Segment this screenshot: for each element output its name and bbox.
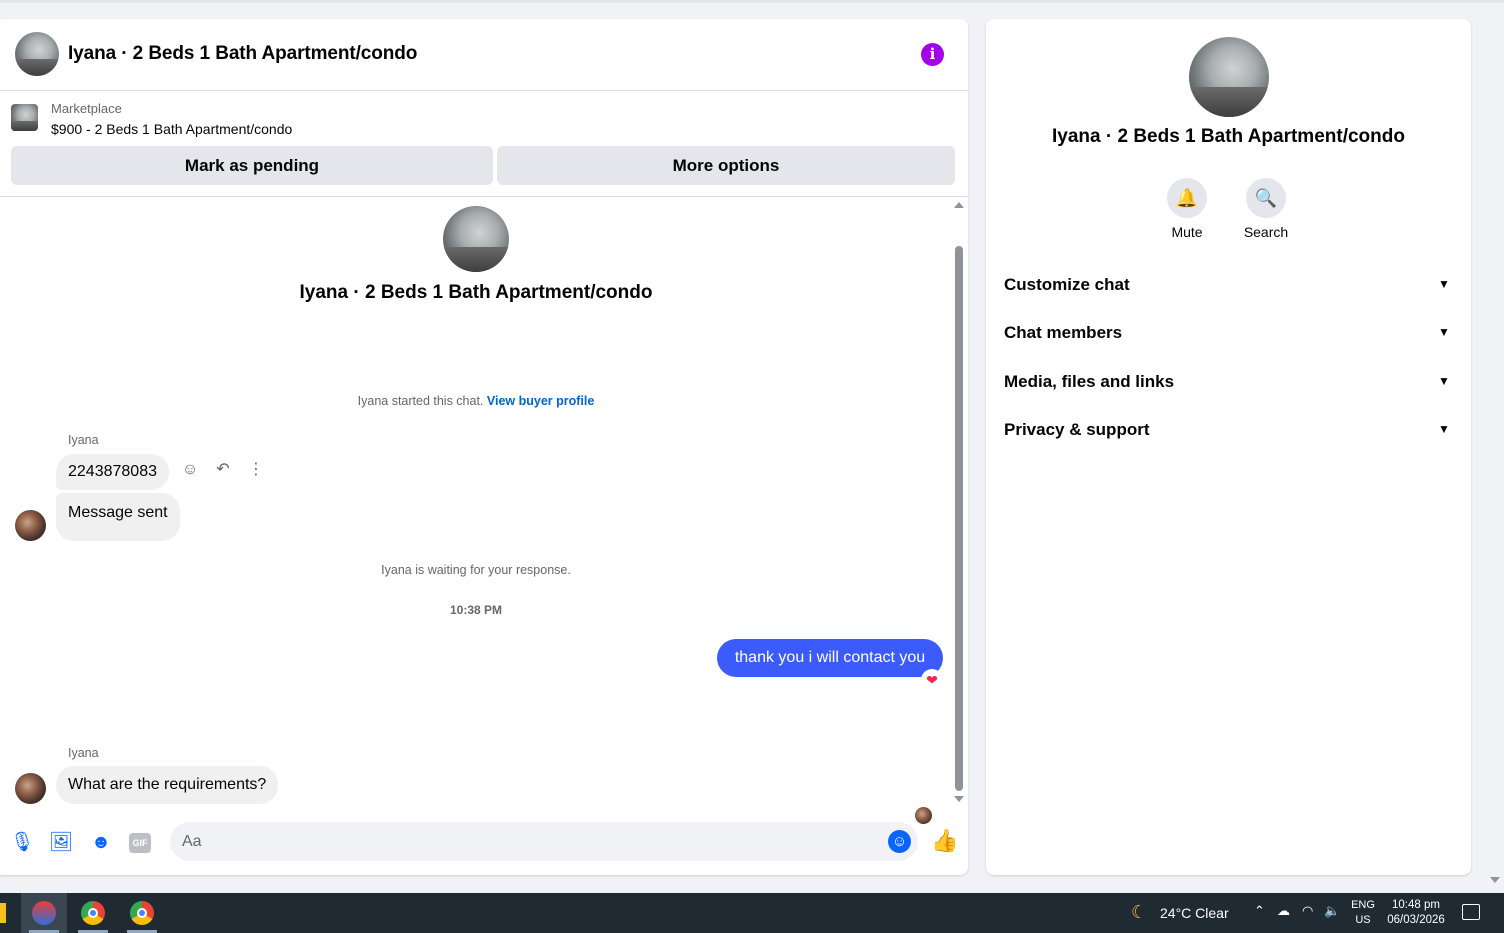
chat-avatar[interactable] [15, 32, 59, 76]
message-bubble[interactable]: 2243878083 [56, 454, 169, 490]
chat-title[interactable]: Iyana · 2 Beds 1 Bath Apartment/condo [68, 43, 417, 65]
photo-icon[interactable]: 🖼 [49, 831, 73, 855]
chrome-icon [130, 901, 154, 925]
language-code: ENG [1351, 899, 1375, 911]
message-composer: 🎙 🖼 ☻ GIF ☺ 👍 [0, 819, 968, 869]
chat-header: Iyana · 2 Beds 1 Bath Apartment/condo i [0, 19, 968, 91]
message-actions: ☺ ↶ ⋮ [180, 460, 266, 480]
outgoing-message-bubble[interactable]: thank you i will contact you [717, 639, 943, 677]
listing-thumbnail[interactable] [11, 104, 38, 131]
taskbar-chrome-profile[interactable] [70, 893, 116, 933]
sender-name: Iyana [68, 746, 99, 760]
chevron-down-icon: ▼ [1438, 325, 1450, 339]
emoji-icon[interactable]: ☺ [888, 830, 911, 853]
search-icon[interactable]: 🔍 [1246, 178, 1286, 218]
view-buyer-profile-link[interactable]: View buyer profile [487, 394, 594, 408]
heart-reaction-icon[interactable]: ❤ [921, 669, 943, 691]
page-scroll-down-arrow[interactable] [1490, 877, 1500, 883]
message-input[interactable] [182, 822, 882, 861]
message-timestamp: 10:38 PM [449, 603, 503, 617]
taskbar-app-active[interactable] [21, 893, 67, 933]
sender-avatar[interactable] [15, 773, 46, 804]
file-explorer-icon[interactable] [0, 903, 6, 923]
section-label: Media, files and links [1004, 372, 1175, 391]
language-indicator[interactable]: ENG US [1350, 898, 1376, 928]
info-avatar[interactable] [1189, 37, 1269, 117]
chrome-center [137, 908, 147, 918]
chat-started-text: Iyana started this chat. [357, 394, 484, 408]
marketplace-banner: Marketplace $900 - 2 Beds 1 Bath Apartme… [0, 92, 968, 197]
reply-icon[interactable]: ↶ [213, 460, 233, 480]
media-files-links-section[interactable]: Media, files and links ▼ [986, 360, 1471, 404]
taskbar-chrome[interactable] [119, 893, 165, 933]
scroll-up-arrow[interactable] [954, 202, 964, 208]
chat-started-notice: Iyana started this chat. View buyer prof… [0, 394, 952, 408]
info-icon[interactable]: i [921, 43, 944, 66]
weather-text[interactable]: 24°C Clear [1160, 905, 1229, 921]
thread-avatar [443, 206, 509, 272]
chrome-icon [81, 901, 105, 925]
more-vertical-icon[interactable]: ⋮ [246, 460, 266, 480]
thread-title: Iyana · 2 Beds 1 Bath Apartment/condo [299, 282, 653, 303]
react-smiley-icon[interactable]: ☺ [180, 460, 200, 480]
section-label: Privacy & support [1004, 420, 1150, 439]
clock-date: 06/03/2026 [1387, 914, 1445, 926]
clock[interactable]: 10:48 pm 06/03/2026 [1383, 898, 1449, 928]
section-label: Chat members [1004, 323, 1123, 342]
wifi-icon[interactable]: ◠ [1302, 903, 1313, 919]
volume-icon[interactable]: 🔈 [1324, 903, 1340, 919]
waiting-notice: Iyana is waiting for your response. [381, 563, 571, 577]
app-icon [32, 901, 56, 925]
marketplace-label: Marketplace [51, 101, 122, 116]
thumbs-up-icon[interactable]: 👍 [931, 828, 958, 854]
mark-as-pending-button[interactable]: Mark as pending [11, 146, 493, 185]
info-title: Iyana · 2 Beds 1 Bath Apartment/condo [1052, 126, 1405, 147]
browser-top-strip [0, 0, 1504, 3]
chrome-center [88, 908, 98, 918]
message-bubble[interactable]: What are the requirements? [56, 766, 279, 804]
sender-name: Iyana [68, 433, 99, 447]
privacy-support-section[interactable]: Privacy & support ▼ [986, 408, 1471, 452]
microphone-icon[interactable]: 🎙 [10, 831, 34, 855]
chevron-down-icon: ▼ [1438, 374, 1450, 388]
search-label[interactable]: Search [1226, 224, 1306, 240]
sticker-icon[interactable]: ☻ [89, 831, 113, 855]
windows-taskbar: ☾ 24°C Clear ⌃ ☁ ◠ 🔈 ENG US 10:48 pm 06/… [0, 893, 1504, 933]
cloud-icon[interactable]: ☁ [1277, 903, 1290, 919]
sender-avatar[interactable] [15, 510, 46, 541]
bell-icon[interactable]: 🔔 [1167, 178, 1207, 218]
thread-scrollbar[interactable] [952, 198, 966, 810]
region-code: US [1355, 914, 1371, 926]
notification-icon[interactable] [1462, 904, 1480, 920]
chevron-down-icon: ▼ [1438, 277, 1450, 291]
chevron-up-icon[interactable]: ⌃ [1254, 903, 1265, 919]
message-bubble[interactable]: Message sent [56, 493, 180, 541]
message-thread: Iyana · 2 Beds 1 Bath Apartment/condo Iy… [0, 198, 968, 824]
section-label: Customize chat [1004, 275, 1130, 294]
clock-time: 10:48 pm [1392, 899, 1440, 911]
more-options-button[interactable]: More options [497, 146, 955, 185]
message-input-wrapper: ☺ [170, 822, 918, 861]
gif-icon[interactable]: GIF [129, 833, 151, 853]
listing-title[interactable]: $900 - 2 Beds 1 Bath Apartment/condo [51, 121, 292, 137]
scroll-down-arrow[interactable] [954, 796, 964, 802]
scroll-thumb[interactable] [955, 246, 963, 791]
conversation-info-panel: Iyana · 2 Beds 1 Bath Apartment/condo 🔔 … [986, 19, 1471, 875]
chevron-down-icon: ▼ [1438, 422, 1450, 436]
mute-label[interactable]: Mute [1147, 224, 1227, 240]
chat-panel: Iyana · 2 Beds 1 Bath Apartment/condo i … [0, 19, 968, 875]
moon-icon[interactable]: ☾ [1131, 902, 1147, 923]
chat-members-section[interactable]: Chat members ▼ [986, 311, 1471, 355]
customize-chat-section[interactable]: Customize chat ▼ [986, 263, 1471, 307]
